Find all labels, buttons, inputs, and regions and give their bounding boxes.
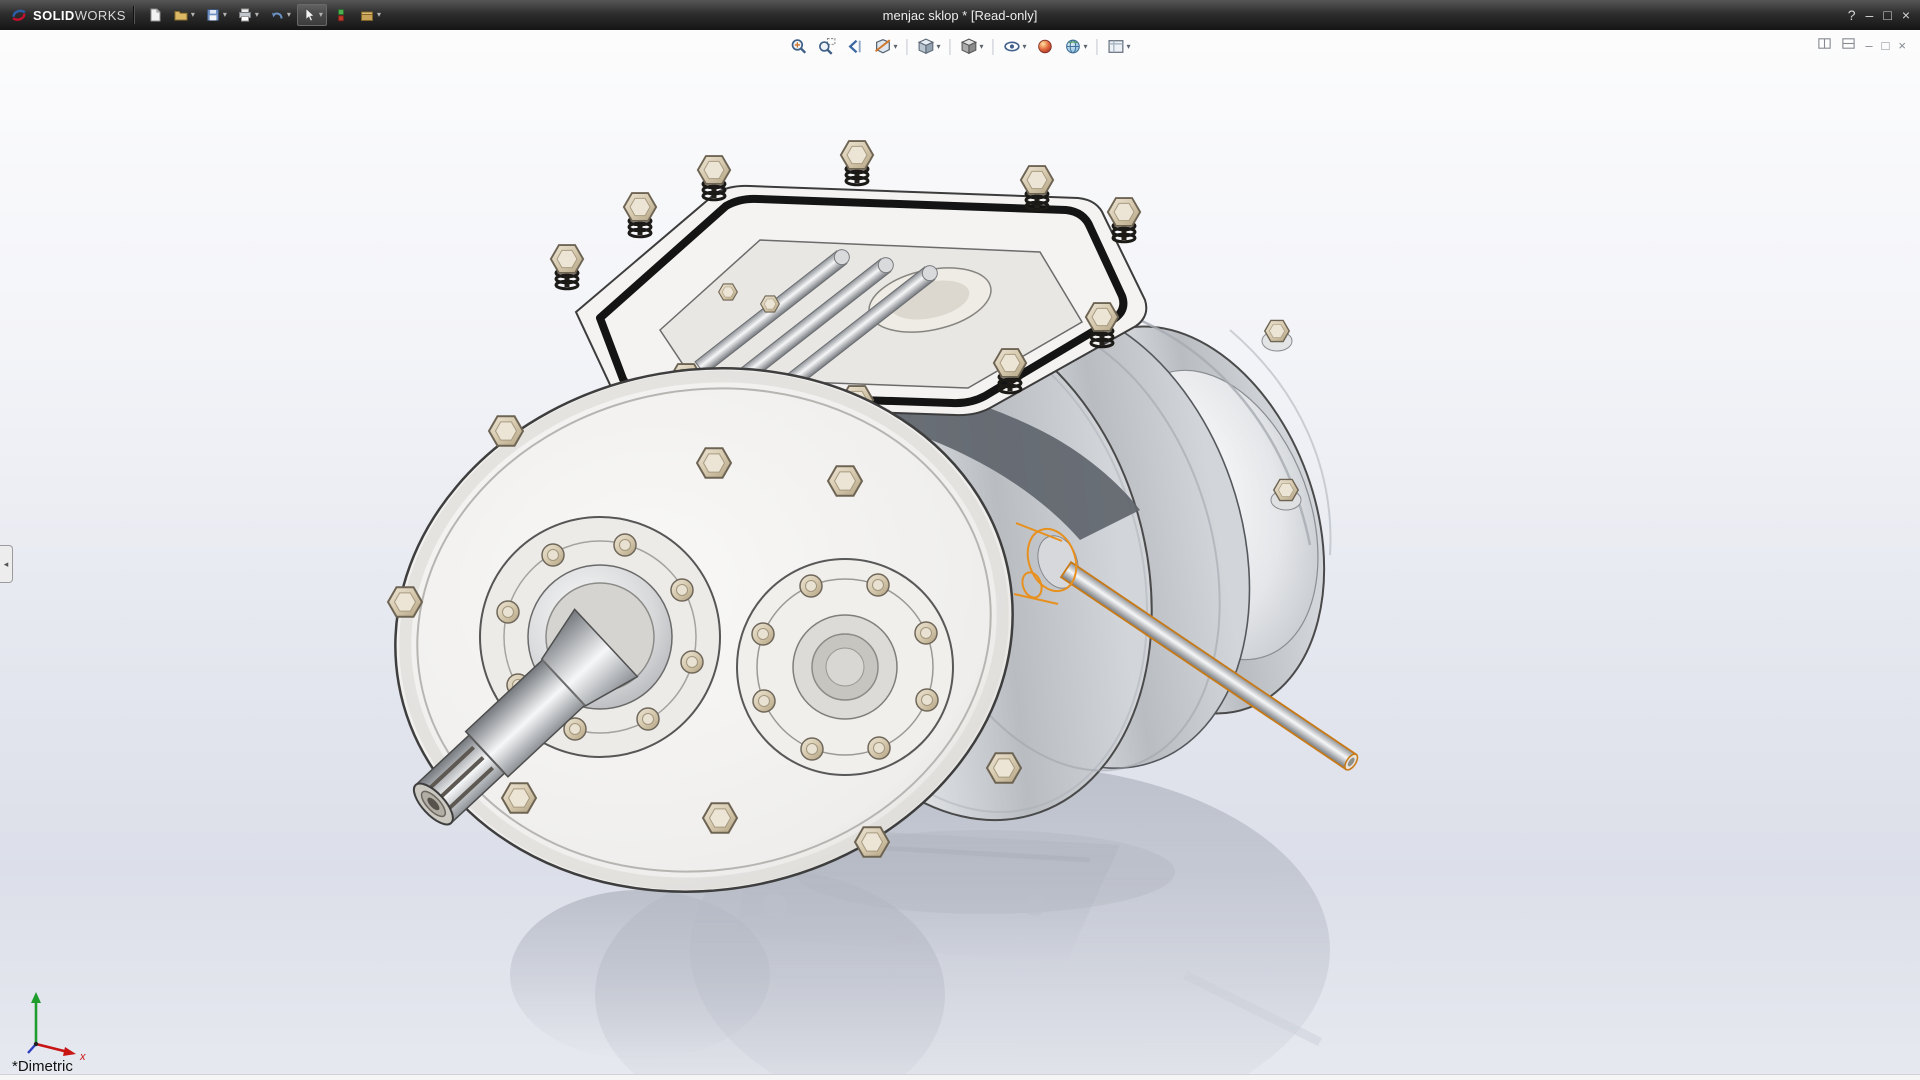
caret-down-icon: ▾: [319, 11, 323, 19]
y-axis-arrow: [31, 992, 41, 1003]
eye-icon: [1003, 37, 1022, 56]
previous-view-icon: [845, 37, 864, 56]
caret-down-icon: ▾: [979, 43, 983, 51]
undo-button[interactable]: ▾: [265, 4, 295, 26]
caret-down-icon: ▾: [1023, 43, 1027, 51]
caret-down-icon: ▾: [1127, 43, 1131, 51]
graphics-area[interactable]: ▾ ▾ ▾ ▾ ▾: [0, 30, 1920, 1080]
edit-appearance-button[interactable]: [1033, 34, 1058, 59]
toolbar-divider: [993, 39, 994, 55]
new-document-button[interactable]: [143, 4, 167, 26]
solidworks-window: SOLIDWORKS ▾ ▾ ▾ ▾: [0, 0, 1920, 1080]
caret-down-icon: ▾: [1084, 43, 1088, 51]
undo-icon: [269, 7, 285, 23]
split-vertical-icon: [1817, 36, 1832, 51]
view-orientation-button[interactable]: ▾: [913, 34, 943, 59]
view-settings-icon: [1107, 37, 1126, 56]
window-controls: ? – □ ×: [1848, 7, 1914, 23]
section-view-button[interactable]: ▾: [870, 34, 900, 59]
split-horizontal-icon: [1841, 36, 1856, 51]
doc-close-button[interactable]: ×: [1898, 39, 1906, 52]
display-style-icon: [959, 37, 978, 56]
zoom-area-icon: [817, 37, 836, 56]
heads-up-toolbar: ▾ ▾ ▾ ▾ ▾: [786, 34, 1133, 59]
app-logo: SOLIDWORKS: [10, 6, 126, 24]
display-style-button[interactable]: ▾: [956, 34, 986, 59]
help-button[interactable]: ?: [1848, 7, 1856, 23]
hide-show-items-button[interactable]: ▾: [1000, 34, 1030, 59]
previous-view-button[interactable]: [842, 34, 867, 59]
save-icon: [205, 7, 221, 23]
minimize-button[interactable]: –: [1866, 7, 1874, 23]
toolbar-divider: [1097, 39, 1098, 55]
toolbox-icon: [359, 7, 375, 23]
caret-down-icon: ▾: [223, 11, 227, 19]
toolbar-divider: [949, 39, 950, 55]
apply-scene-button[interactable]: ▾: [1061, 34, 1091, 59]
open-folder-icon: [173, 7, 189, 23]
doc-restore-button[interactable]: □: [1882, 39, 1890, 52]
new-document-icon: [147, 7, 163, 23]
scene-globe-icon: [1064, 37, 1083, 56]
close-button[interactable]: ×: [1902, 7, 1910, 23]
status-indicator-button[interactable]: [329, 4, 353, 26]
tile-horizontal-button[interactable]: [1841, 36, 1856, 54]
caret-down-icon: ▾: [287, 11, 291, 19]
caret-down-icon: ▾: [377, 11, 381, 19]
document-window-controls: – □ ×: [1817, 36, 1906, 54]
section-view-icon: [873, 37, 892, 56]
cursor-icon: [301, 7, 317, 23]
save-button[interactable]: ▾: [201, 4, 231, 26]
triad-x-label: x: [79, 1051, 86, 1063]
tile-vertical-button[interactable]: [1817, 36, 1832, 54]
print-icon: [237, 7, 253, 23]
toolbar-divider: [906, 39, 907, 55]
3d-scene[interactable]: [0, 30, 1920, 1080]
ds-logo-icon: [10, 6, 28, 24]
coordinate-triad: x: [20, 986, 98, 1064]
print-button[interactable]: ▾: [233, 4, 263, 26]
caret-down-icon: ▾: [936, 43, 940, 51]
view-settings-button[interactable]: ▾: [1104, 34, 1134, 59]
panel-collapse-tab[interactable]: ◂: [0, 545, 13, 583]
status-strip: [0, 1074, 1920, 1080]
view-orientation-label: *Dimetric: [12, 1058, 73, 1075]
caret-down-icon: ▾: [255, 11, 259, 19]
maximize-button[interactable]: □: [1883, 7, 1891, 23]
options-button[interactable]: ▾: [355, 4, 385, 26]
toolbar-divider: [134, 6, 135, 24]
titlebar: SOLIDWORKS ▾ ▾ ▾ ▾: [0, 0, 1920, 31]
zoom-to-fit-button[interactable]: [786, 34, 811, 59]
titlebar-toolbar: ▾ ▾ ▾ ▾ ▾ ▾: [143, 4, 385, 26]
caret-down-icon: ▾: [893, 43, 897, 51]
view-orientation-icon: [916, 37, 935, 56]
brand-name: SOLIDWORKS: [33, 8, 126, 23]
zoom-fit-icon: [789, 37, 808, 56]
window-title: menjac sklop * [Read-only]: [883, 8, 1038, 23]
select-button[interactable]: ▾: [297, 4, 327, 26]
open-document-button[interactable]: ▾: [169, 4, 199, 26]
doc-minimize-button[interactable]: –: [1865, 39, 1872, 52]
caret-down-icon: ▾: [191, 11, 195, 19]
x-axis-arrow: [63, 1047, 76, 1056]
input-flange[interactable]: [737, 559, 953, 775]
status-indicator-icon: [333, 7, 349, 23]
zoom-to-area-button[interactable]: [814, 34, 839, 59]
appearance-ball-icon: [1036, 37, 1055, 56]
